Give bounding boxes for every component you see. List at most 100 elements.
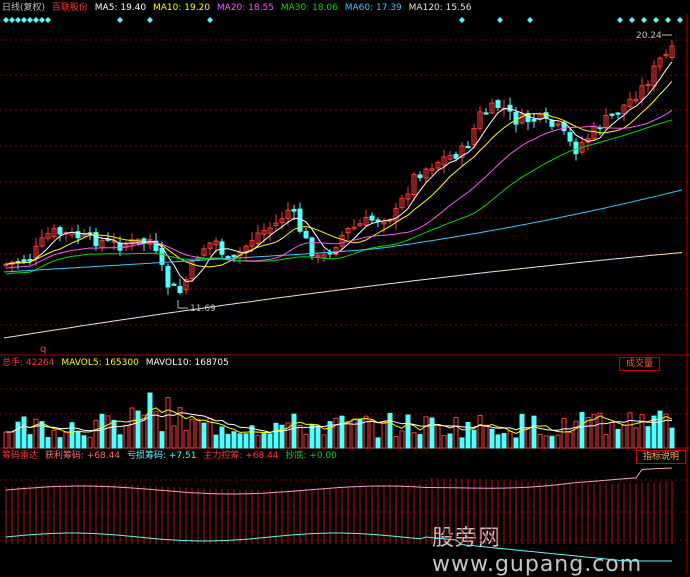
volume-bar-down [495, 434, 501, 449]
volume-bar-up [393, 436, 399, 449]
candle-down [93, 232, 99, 247]
signal-diamond [527, 17, 533, 23]
volume-bar-up [93, 419, 99, 449]
volume-bar-up [435, 424, 441, 449]
volume-bar-down [237, 433, 243, 449]
volume-bar-down [315, 425, 321, 449]
volume-bar-down [213, 434, 219, 449]
volume-bar-up [561, 418, 567, 449]
volume-bar-up [537, 433, 543, 449]
volume-bar-up [9, 431, 15, 449]
volume-bar-up [585, 417, 591, 449]
high-price-label: 20.24 [636, 31, 662, 41]
signal-diamond [459, 17, 465, 23]
signal-diamond [15, 17, 21, 23]
volume-bar-up [627, 412, 633, 449]
volume-bar-down [111, 419, 117, 449]
profit-chip-curve [5, 467, 673, 495]
volume-bar-up [411, 432, 417, 449]
volume-bar-down [75, 431, 81, 449]
volume-bar-down [471, 429, 477, 449]
volume-bar-up [477, 414, 483, 449]
volume-bar-up [525, 427, 531, 449]
volume-bar-up [621, 424, 627, 449]
candle-down [465, 145, 471, 149]
volume-bar-up [555, 434, 561, 449]
candle-down [303, 230, 309, 239]
signal-diamond [117, 17, 123, 23]
candle-down [219, 241, 225, 255]
volume-bar-down [273, 422, 279, 449]
volume-bar-up [3, 431, 9, 449]
volume-bar-down [135, 410, 141, 449]
volume-bar-up [453, 417, 459, 449]
candle-down [327, 252, 333, 255]
volume-bar-down [669, 427, 675, 449]
signal-diamond [677, 17, 683, 23]
volume-bar-down [225, 433, 231, 449]
volume-bar-down [69, 422, 75, 449]
volume-bar-down [117, 434, 123, 449]
volume-bar-down [465, 421, 471, 449]
candle-down [609, 113, 615, 116]
candle-down [483, 112, 489, 115]
candle-down [21, 259, 27, 263]
candle-down [231, 254, 237, 258]
candle-down [369, 215, 375, 221]
volume-bar-up [663, 413, 669, 449]
candle-down [453, 153, 459, 159]
candle-down [615, 112, 621, 115]
volume-bar-down [375, 437, 381, 449]
volume-bar-up [363, 415, 369, 449]
signal-diamond [27, 17, 33, 23]
volume-bar-down [57, 437, 63, 449]
volume-bar-up [165, 397, 171, 449]
volume-bar-down [429, 417, 435, 449]
volume-bar-up [345, 421, 351, 449]
volume-bar-up [573, 420, 579, 449]
chart-canvas: 20.24 11.69 q [0, 14, 690, 573]
candle-down [375, 219, 381, 222]
signal-diamond [9, 17, 15, 23]
volume-bar-down [405, 414, 411, 449]
volume-bar-down [651, 415, 657, 449]
volume-bar-up [423, 416, 429, 449]
candle-down [495, 100, 501, 108]
volume-bar-down [387, 412, 393, 449]
candle-down [117, 242, 123, 251]
volume-bar-down [645, 426, 651, 449]
volume-bar-up [171, 425, 177, 449]
volume-bar-down [489, 428, 495, 449]
stock-chart-window: 日线(复权) 百联股份 MA5: 19.40 MA10: 19.20 MA20:… [0, 0, 690, 577]
volume-bar-up [183, 430, 189, 449]
volume-bar-up [603, 434, 609, 449]
volume-bar-down [249, 425, 255, 449]
signal-diamond [33, 17, 39, 23]
volume-bar-down [267, 433, 273, 449]
volume-bar-up [303, 433, 309, 449]
volume-bar-up [369, 419, 375, 449]
volume-bar-down [21, 416, 27, 449]
volume-bar-down [309, 424, 315, 449]
candle-down [291, 209, 297, 212]
candle-down [549, 119, 555, 127]
candle-down [417, 174, 423, 179]
signal-diamond [629, 17, 635, 23]
candle-down [27, 258, 33, 262]
volume-bar-down [417, 434, 423, 449]
volume-bar-up [399, 430, 405, 449]
volume-bar-up [195, 418, 201, 449]
volume-bar-up [123, 424, 129, 449]
signal-diamond [207, 17, 213, 23]
loss-chip-curve [5, 532, 672, 562]
candle-down [159, 247, 165, 265]
volume-bar-down [579, 412, 585, 449]
volume-bar-up [543, 435, 549, 449]
volume-bar-up [255, 434, 261, 449]
volume-bar-down [657, 410, 663, 449]
candle-down [513, 112, 519, 125]
volume-bar-up [483, 424, 489, 449]
volume-bar-down [15, 421, 21, 449]
volume-bar-down [291, 413, 297, 449]
volume-bar-up [189, 418, 195, 449]
